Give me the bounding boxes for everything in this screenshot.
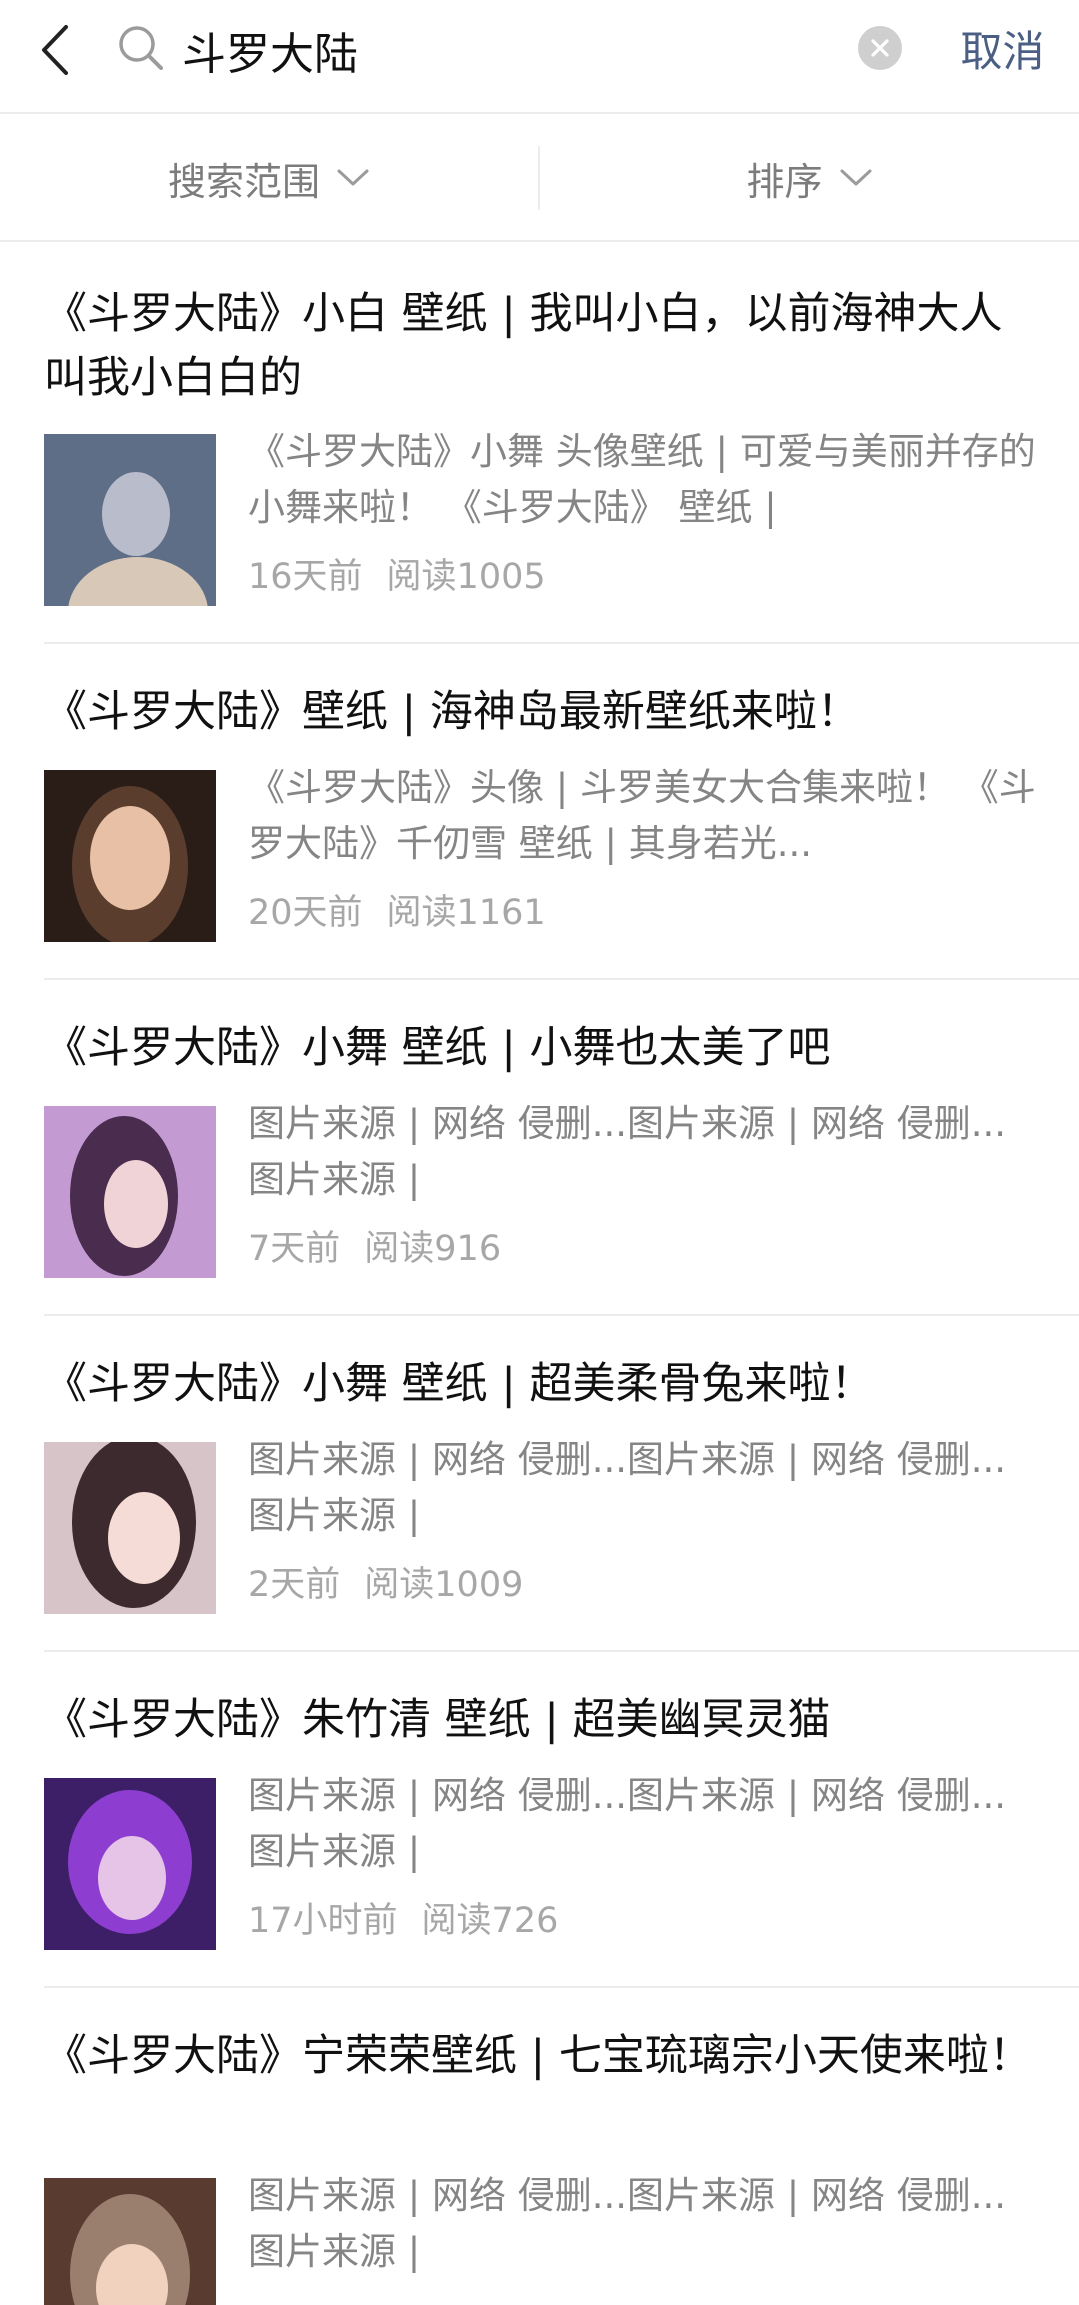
read-count: 阅读916 (364, 1229, 502, 1269)
clear-icon (871, 39, 889, 57)
result-snippet: 《斗罗大陆》小舞 头像壁纸 | 可爱与美丽并存的小舞来啦！ 《斗罗大陆》 壁纸 … (248, 430, 1036, 529)
chevron-down-icon (337, 169, 369, 186)
result-title[interactable]: 《斗罗大陆》朱竹清 壁纸 | 超美幽冥灵猫 (44, 1688, 1034, 1752)
sort-label: 排序 (746, 159, 823, 204)
search-icon (119, 26, 163, 70)
result-item[interactable]: 《斗罗大陆》小舞 壁纸 | 小舞也太美了吧 图片来源 | 网络 侵删...图片来… (0, 980, 1079, 1316)
result-thumbnail (44, 770, 216, 942)
result-snippet: 图片来源 | 网络 侵删...图片来源 | 网络 侵删...图片来源 | (248, 1438, 1007, 1537)
result-title[interactable]: 《斗罗大陆》小舞 壁纸 | 小舞也太美了吧 (44, 1016, 1034, 1080)
clear-search-button[interactable] (858, 26, 902, 70)
publish-time: 17小时前 (248, 1901, 398, 1941)
result-item[interactable]: 《斗罗大陆》小白 壁纸 | 我叫小白，以前海神大人叫我小白白的 《斗罗大陆》小舞… (0, 244, 1079, 644)
result-thumbnail (44, 1778, 216, 1950)
result-meta: 16天前 阅读1005 (248, 554, 546, 600)
search-results-page: 取消 搜索范围 排序 《斗罗大陆》小白 壁纸 | 我叫小白，以前海神大人叫我小白… (0, 0, 1079, 2305)
read-count: 阅读726 (421, 1901, 559, 1941)
cancel-button[interactable]: 取消 (940, 22, 1065, 82)
result-thumbnail (44, 434, 216, 606)
chevron-down-icon (840, 169, 871, 186)
read-count: 阅读1009 (364, 1565, 524, 1605)
back-arrow-icon (42, 25, 68, 75)
publish-time: 16天前 (248, 557, 363, 597)
result-item[interactable]: 《斗罗大陆》宁荣荣壁纸 | 七宝琉璃宗小天使来啦！ 图片来源 | 网络 侵删..… (0, 1988, 1079, 2305)
result-meta: 17小时前 阅读726 (248, 1898, 558, 1944)
result-snippet: 图片来源 | 网络 侵删...图片来源 | 网络 侵删...图片来源 | (248, 1102, 1007, 1201)
result-meta: 7天前 阅读916 (248, 1226, 501, 1272)
result-thumbnail (44, 1106, 216, 1278)
result-snippet: 《斗罗大陆》头像 | 斗罗美女大合集来啦！ 《斗罗大陆》千仞雪 壁纸 | 其身若… (248, 766, 1036, 865)
result-item[interactable]: 《斗罗大陆》壁纸 | 海神岛最新壁纸来啦！ 《斗罗大陆》头像 | 斗罗美女大合集… (0, 644, 1079, 980)
result-item[interactable]: 《斗罗大陆》朱竹清 壁纸 | 超美幽冥灵猫 图片来源 | 网络 侵删...图片来… (0, 1652, 1079, 1988)
result-title[interactable]: 《斗罗大陆》壁纸 | 海神岛最新壁纸来啦！ (44, 680, 1034, 744)
result-snippet: 图片来源 | 网络 侵删...图片来源 | 网络 侵删...图片来源 | (248, 1774, 1007, 1873)
result-meta: 20天前 阅读1161 (248, 890, 546, 936)
result-meta: 2天前 阅读1009 (248, 1562, 523, 1608)
sort-dropdown[interactable]: 排序 (540, 116, 1079, 240)
publish-time: 7天前 (248, 1229, 341, 1269)
result-snippet: 图片来源 | 网络 侵删...图片来源 | 网络 侵删...图片来源 | (248, 2174, 1007, 2273)
search-header: 取消 (0, 0, 1079, 114)
search-input[interactable] (182, 20, 822, 80)
filter-bar: 搜索范围 排序 (0, 116, 1079, 242)
read-count: 阅读1161 (386, 893, 546, 933)
result-thumbnail (44, 1442, 216, 1614)
search-scope-label: 搜索范围 (167, 159, 320, 204)
result-title[interactable]: 《斗罗大陆》小白 壁纸 | 我叫小白，以前海神大人叫我小白白的 (44, 282, 1034, 410)
search-scope-dropdown[interactable]: 搜索范围 (0, 116, 538, 240)
result-item[interactable]: 《斗罗大陆》小舞 壁纸 | 超美柔骨兔来啦！ 图片来源 | 网络 侵删...图片… (0, 1316, 1079, 1652)
publish-time: 20天前 (248, 893, 363, 933)
result-title[interactable]: 《斗罗大陆》小舞 壁纸 | 超美柔骨兔来啦！ (44, 1352, 1034, 1416)
publish-time: 2天前 (248, 1565, 341, 1605)
read-count: 阅读1005 (386, 557, 546, 597)
result-title[interactable]: 《斗罗大陆》宁荣荣壁纸 | 七宝琉璃宗小天使来啦！ (44, 2024, 1034, 2088)
result-thumbnail (44, 2178, 216, 2305)
back-button[interactable] (20, 12, 90, 88)
